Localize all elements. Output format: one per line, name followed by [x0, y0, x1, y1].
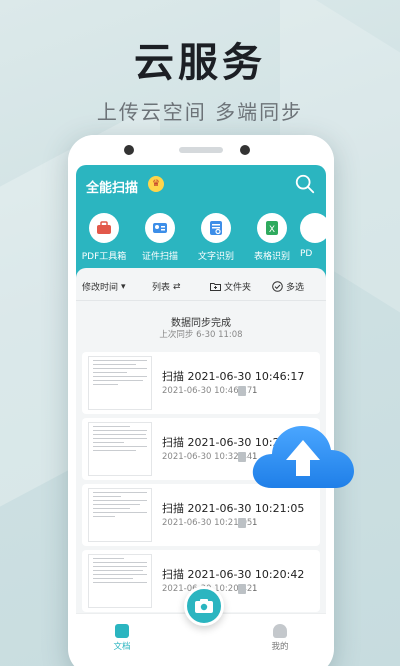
- camera-button[interactable]: [184, 586, 224, 626]
- page-icon: [238, 452, 246, 462]
- phone-frame: 全能扫描 ♛ PDF工具箱 证件扫描 文字识别 X 表格识别 PD 修改时间 ▾…: [68, 135, 334, 666]
- person-icon: [273, 624, 287, 638]
- sync-status-title: 数据同步完成: [171, 318, 231, 329]
- caret-down-icon: ▾: [121, 281, 126, 292]
- document-title: 扫描 2021-06-30 10:46:17: [162, 370, 305, 383]
- document-title: 扫描 2021-06-30 10:20:42: [162, 568, 305, 581]
- view-label: 列表: [152, 283, 171, 293]
- excel-icon: X: [257, 213, 287, 243]
- tool-label: 证件扫描: [141, 252, 178, 262]
- camera-dot: [124, 145, 134, 155]
- check-circle-icon: [272, 281, 283, 292]
- page-icon: [238, 518, 246, 528]
- pdf-icon: [300, 213, 330, 243]
- sort-label: 修改时间: [82, 283, 119, 293]
- subheadline: 上传云空间 多端同步: [96, 100, 304, 124]
- svg-text:X: X: [269, 225, 275, 235]
- page-count: 1: [252, 386, 258, 396]
- nav-docs-label: 文档: [113, 642, 131, 652]
- document-icon: [115, 624, 129, 638]
- multi-select-button[interactable]: 多选: [272, 280, 304, 293]
- id-card-icon: [145, 213, 175, 243]
- tool-table-recognition[interactable]: X 表格识别: [244, 213, 300, 262]
- toolbox-icon: [89, 213, 119, 243]
- speaker-grill: [179, 147, 223, 153]
- camera-dot: [240, 145, 250, 155]
- cloud-upload-icon: [252, 426, 354, 488]
- document-thumbnail: [88, 422, 152, 476]
- sync-status-time: 上次同步 6-30 11:08: [159, 330, 243, 340]
- folder-plus-icon: [210, 283, 221, 291]
- nav-mine[interactable]: 我的: [260, 624, 300, 652]
- view-toggle[interactable]: 列表 ⇄: [152, 280, 181, 294]
- tool-pdf-toolbox[interactable]: PDF工具箱: [76, 213, 132, 262]
- sort-dropdown[interactable]: 修改时间 ▾: [82, 280, 126, 294]
- tool-label: PD: [300, 249, 313, 259]
- app-header: 全能扫描 ♛ PDF工具箱 证件扫描 文字识别 X 表格识别 PD: [76, 165, 330, 283]
- divider: [76, 300, 326, 301]
- document-row[interactable]: 扫描 2021-06-30 10:46:17 2021-06-30 10:46:…: [82, 352, 320, 414]
- bottom-navigation: 文档 我的: [76, 586, 326, 666]
- page-icon: [238, 584, 246, 594]
- text-recognition-icon: [201, 213, 231, 243]
- search-icon[interactable]: [294, 173, 316, 195]
- camera-icon: [195, 599, 213, 613]
- document-thumbnail: [88, 356, 152, 410]
- list-toolbar: 修改时间 ▾ 列表 ⇄ 文件夹 多选: [76, 272, 326, 300]
- headline: 云服务: [134, 40, 266, 86]
- tool-label: 表格识别: [253, 252, 290, 262]
- nav-mine-label: 我的: [271, 642, 289, 652]
- document-title: 扫描 2021-06-30 10:21:05: [162, 502, 305, 515]
- multi-label: 多选: [286, 283, 305, 293]
- page-icon: [238, 386, 246, 396]
- document-thumbnail: [88, 554, 152, 608]
- nav-docs[interactable]: 文档: [102, 624, 142, 652]
- tool-id-scan[interactable]: 证件扫描: [132, 213, 188, 262]
- tool-pdf-partial[interactable]: PD: [300, 213, 334, 259]
- document-thumbnail: [88, 488, 152, 542]
- folder-label: 文件夹: [224, 283, 252, 293]
- phone-top-bezel: [68, 135, 334, 163]
- swap-icon: ⇄: [173, 281, 181, 292]
- tool-text-recognition[interactable]: 文字识别: [188, 213, 244, 262]
- page-count: 1: [252, 518, 258, 528]
- vip-crown-icon[interactable]: ♛: [148, 176, 164, 192]
- app-title: 全能扫描: [86, 181, 139, 196]
- new-folder-button[interactable]: 文件夹: [210, 280, 251, 293]
- tool-label: 文字识别: [197, 252, 234, 262]
- tool-label: PDF工具箱: [81, 252, 127, 262]
- page-count: 1: [252, 584, 258, 594]
